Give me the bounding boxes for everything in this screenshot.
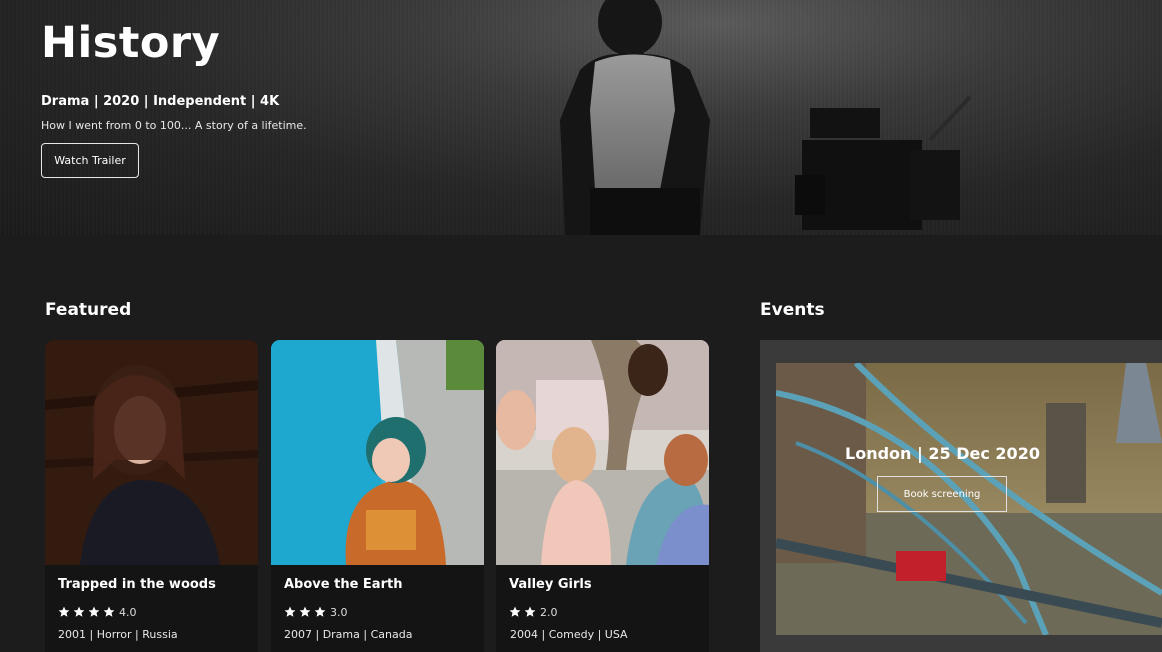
star-icon <box>58 606 70 617</box>
movie-rating: 4.0 <box>58 603 137 622</box>
movie-card[interactable]: Above the Earth 3.0 <box>271 340 484 652</box>
featured-heading: Featured <box>45 300 132 320</box>
movie-info: 2004 | Comedy | USA <box>510 628 628 641</box>
book-screening-button[interactable]: Book screening <box>877 476 1007 512</box>
movie-card[interactable]: Trapped in the woods 4.0 <box>45 340 258 652</box>
movie-rating: 3.0 <box>284 603 348 622</box>
movie-poster <box>496 340 709 565</box>
star-icon <box>103 606 115 617</box>
movie-title: Above the Earth <box>284 577 403 592</box>
rating-value: 3.0 <box>330 606 348 619</box>
star-icon <box>284 606 296 617</box>
movie-title: Valley Girls <box>509 577 592 592</box>
star-icon <box>524 606 536 617</box>
movie-card[interactable]: Valley Girls 2.0 <box>496 340 709 652</box>
stars-group <box>509 603 539 622</box>
movie-title: Trapped in the woods <box>58 577 216 592</box>
rating-value: 2.0 <box>540 606 558 619</box>
movie-info: 2001 | Horror | Russia <box>58 628 178 641</box>
movie-info: 2007 | Drama | Canada <box>284 628 413 641</box>
movie-poster <box>45 340 258 565</box>
watch-trailer-button[interactable]: Watch Trailer <box>41 143 139 178</box>
stars-group <box>58 603 118 622</box>
star-icon <box>88 606 100 617</box>
hero-banner: History Drama | 2020 | Independent | 4K … <box>0 0 1162 235</box>
stars-group <box>284 603 329 622</box>
star-icon <box>73 606 85 617</box>
hero-image <box>560 0 972 235</box>
hero-tagline: How I went from 0 to 100... A story of a… <box>41 119 307 132</box>
events-heading: Events <box>760 300 825 320</box>
hero-meta: Drama | 2020 | Independent | 4K <box>41 94 280 109</box>
movie-poster <box>271 340 484 565</box>
star-icon <box>314 606 326 617</box>
hero-title: History <box>41 18 221 68</box>
star-icon <box>299 606 311 617</box>
star-icon <box>509 606 521 617</box>
rating-value: 4.0 <box>119 606 137 619</box>
event-title: London | 25 Dec 2020 <box>845 444 1040 463</box>
movie-rating: 2.0 <box>509 603 558 622</box>
